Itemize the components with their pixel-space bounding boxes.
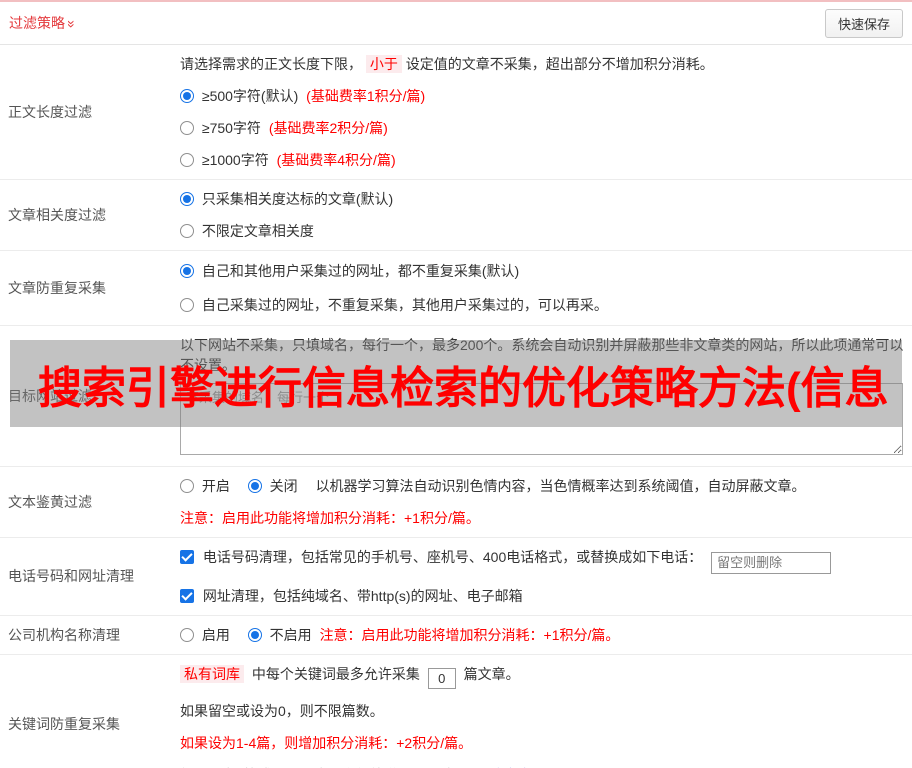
radio-label: 不限定文章相关度 [201,223,314,239]
keyword-note-five: 如果设为5篇或以上，也不会额外增加积分消耗。 注意事项» [180,759,904,768]
section-label: 公司机构名称清理 [8,626,120,643]
section-relevance: 文章相关度过滤 只采集相关度达标的文章(默认) 不限定文章相关度 [0,180,912,251]
section-company-clean: 公司机构名称清理 启用 不启用 注意：启用此功能将增加积分消耗：+1积分/篇。 [0,616,912,655]
radio-label: 不启用 [269,626,312,643]
url-clean-line: 网址清理，包括纯域名、带http(s)的网址、电子邮箱 [180,580,904,612]
porn-toggle-line: 开启 关闭 以机器学习算法自动识别色情内容，当色情概率达到系统阈值，自动屏蔽文章… [180,470,904,502]
section-porn-filter: 文本鉴黄过滤 开启 关闭 以机器学习算法自动识别色情内容，当色情概率达到系统阈值… [0,467,912,538]
topbar: 过滤策略» 快速保存 [0,2,912,45]
section-label: 文章防重复采集 [8,280,106,296]
radio-porn-off[interactable] [247,479,262,493]
replacement-phone-input[interactable] [711,551,832,574]
keyword-limit-line: 私有词库 中每个关键词最多允许采集 篇文章。 [180,658,904,695]
limit-text-end: 篇文章。 [463,665,520,682]
section-label: 文章相关度过滤 [8,207,106,223]
section-label: 关键词防重复采集 [8,716,120,732]
radio-dedup-self[interactable] [180,298,194,312]
page-title-label: 过滤策略 [9,15,65,31]
quick-save-button[interactable]: 快速保存 [824,8,903,38]
radio-label: 只采集相关度达标的文章(默认) [201,191,394,207]
radio-label: 启用 [201,626,230,643]
intro-text-post: 设定值的文章不采集，超出部分不增加积分消耗。 [405,56,714,72]
fee-note: (基础费率2积分/篇) [268,120,388,136]
less-than-highlight: 小于 [365,55,402,73]
checkbox-phone-clean[interactable] [180,550,194,564]
radio-label: 关闭 [269,478,298,494]
watermark-text: 搜索引擎进行信息检索的优化策略方法(信息 [38,363,889,413]
length-option-750: ≥750字符 (基础费率2积分/篇) [180,112,904,144]
checkbox-url-clean[interactable] [180,588,194,603]
relevance-option-2: 不限定文章相关度 [180,215,904,247]
length-intro: 请选择需求的正文长度下限， 小于 设定值的文章不采集，超出部分不增加积分消耗。 [180,48,904,80]
keyword-note-zero: 如果留空或设为0，则不限篇数。 [180,702,384,719]
porn-fee-note: 注意：启用此功能将增加积分消耗：+1积分/篇。 [180,510,480,526]
radio-porn-on[interactable] [180,479,194,493]
fee-note: (基础费率4积分/篇) [276,152,396,168]
fee-note: (基础费率1积分/篇) [306,88,426,104]
radio-length-500[interactable] [180,89,194,103]
porn-desc: 以机器学习算法自动识别色情内容，当色情概率达到系统阈值，自动屏蔽文章。 [315,478,806,494]
radio-label: ≥500字符(默认) [201,88,299,104]
radio-label: 自己采集过的网址，不重复采集，其他用户采集过的，可以再采。 [201,297,608,313]
length-option-500: ≥500字符(默认) (基础费率1积分/篇) [180,80,904,112]
radio-company-off[interactable] [247,627,262,642]
section-label: 文本鉴黄过滤 [8,494,92,510]
checkbox-label: 网址清理，包括纯域名、带http(s)的网址、电子邮箱 [202,587,523,604]
keyword-limit-input[interactable] [427,667,456,689]
radio-dedup-all[interactable] [180,264,194,278]
chevron-double-down-icon: » [63,20,80,28]
radio-company-on[interactable] [180,627,194,642]
section-dedup: 自己和其他用户采集过的网址，都不重复采集(默认) 自己采集过的网址，不重复采集，… [0,251,912,326]
dedup-option-2: 自己采集过的网址，不重复采集，其他用户采集过的，可以再采。 [180,288,904,322]
checkbox-label: 电话号码清理，包括常见的手机号、座机号、400电话格式，或替换成如下电话： [202,549,703,565]
company-fee-note: 注意：启用此功能将增加积分消耗：+1积分/篇。 [319,626,620,643]
limit-text: 中每个关键词最多允许采集 [251,665,420,682]
radio-length-750[interactable] [180,121,194,135]
radio-label: 开启 [201,478,230,494]
radio-relevance-any[interactable] [180,224,194,238]
section-phone-url-clean: 电话号码和网址清理 电话号码清理，包括常见的手机号、座机号、400电话格式，或替… [0,538,912,616]
radio-label: 自己和其他用户采集过的网址，都不重复采集(默认) [201,263,520,279]
filter-strategy-title[interactable]: 过滤策略» [9,13,80,33]
company-toggle-line: 启用 不启用 注意：启用此功能将增加积分消耗：+1积分/篇。 [180,619,904,651]
section-label: 正文长度过滤 [8,104,92,120]
relevance-option-1: 只采集相关度达标的文章(默认) [180,183,904,215]
section-content-length: 正文长度过滤 请选择需求的正文长度下限， 小于 设定值的文章不采集，超出部分不增… [0,45,912,180]
radio-length-1000[interactable] [180,153,194,167]
keyword-note-fee: 如果设为1-4篇，则增加积分消耗：+2积分/篇。 [180,734,473,751]
private-lexicon-tag: 私有词库 [180,664,244,683]
section-label: 电话号码和网址清理 [8,568,134,585]
dedup-option-1: 自己和其他用户采集过的网址，都不重复采集(默认) [180,254,904,288]
intro-text-pre: 请选择需求的正文长度下限， [180,56,362,72]
radio-label: ≥750字符 [201,120,261,136]
length-option-1000: ≥1000字符 (基础费率4积分/篇) [180,144,904,176]
phone-clean-line: 电话号码清理，包括常见的手机号、座机号、400电话格式，或替换成如下电话： [180,541,904,580]
section-keyword-dedup: 关键词防重复采集 私有词库 中每个关键词最多允许采集 篇文章。 如果留空或设为0… [0,655,912,768]
radio-relevance-strict[interactable] [180,192,194,206]
radio-label: ≥1000字符 [201,152,269,168]
watermark-overlay: 搜索引擎进行信息检索的优化策略方法(信息 [10,340,902,427]
